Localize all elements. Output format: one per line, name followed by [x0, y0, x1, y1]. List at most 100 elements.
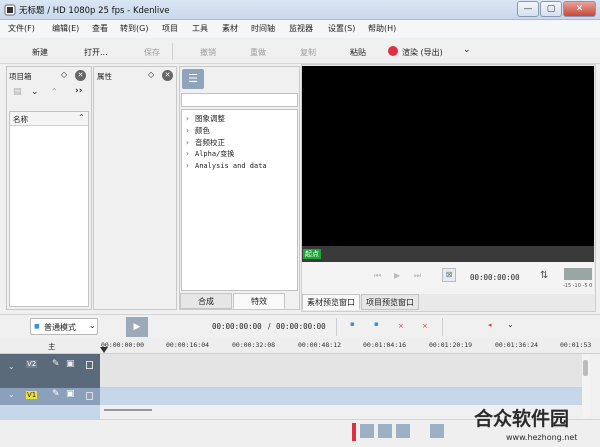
- split-audio-icon[interactable]: [360, 424, 374, 438]
- effects-list-view-icon[interactable]: ☰: [182, 69, 204, 89]
- menu-timeline[interactable]: 时间轴: [251, 23, 275, 34]
- copy-button[interactable]: 复制: [300, 47, 316, 58]
- audio-meter-scale: -15 -10 -5 0: [563, 283, 593, 289]
- timeline-position[interactable]: 00:00:00:00: [212, 322, 262, 331]
- tab-compositions[interactable]: 合成: [180, 293, 232, 309]
- edit-pencil-icon[interactable]: ✎: [52, 359, 60, 369]
- monitor-timecode[interactable]: 00:00:00:00: [470, 273, 520, 282]
- menu-goto[interactable]: 转到(G): [120, 23, 148, 34]
- fit-zoom-icon[interactable]: [396, 424, 410, 438]
- paste-button[interactable]: 粘贴: [350, 47, 366, 58]
- chevron-down-icon[interactable]: ⌄: [507, 320, 514, 329]
- menu-file[interactable]: 文件(F): [8, 23, 35, 34]
- hide-track-icon[interactable]: ▣: [66, 359, 75, 369]
- menu-tools[interactable]: 工具: [192, 23, 208, 34]
- chevron-right-icon: ›: [186, 114, 189, 123]
- edit-mode-select[interactable]: ■ 普通模式 ⌄: [30, 318, 98, 335]
- close-panel-icon[interactable]: ✕: [162, 70, 173, 81]
- overwrite-icon[interactable]: ▪: [374, 320, 379, 328]
- track-header-v1[interactable]: ⌄ V1 ✎ ▣: [0, 388, 100, 405]
- edit-mode-label: 普通模式: [44, 323, 76, 332]
- tab-effects[interactable]: 特效: [233, 293, 285, 309]
- minimize-button[interactable]: —: [517, 1, 539, 17]
- menu-clip[interactable]: 素材: [222, 23, 238, 34]
- properties-title: 属性: [97, 72, 112, 81]
- zoom-icon[interactable]: ⊠: [442, 268, 456, 282]
- track-lane-v2[interactable]: [100, 354, 582, 388]
- effect-category-item[interactable]: › 音频校正: [186, 137, 225, 148]
- close-panel-icon[interactable]: ✕: [75, 70, 86, 81]
- zoom-out-icon[interactable]: [430, 424, 444, 438]
- scrollbar-thumb[interactable]: [583, 360, 588, 376]
- play-icon[interactable]: ▶: [394, 271, 400, 280]
- menu-help[interactable]: 帮助(H): [368, 23, 396, 34]
- menu-monitor[interactable]: 监视器: [289, 23, 313, 34]
- lift-icon[interactable]: ×: [422, 322, 428, 330]
- menu-project[interactable]: 项目: [162, 23, 178, 34]
- tab-clip-monitor[interactable]: 素材预览窗口: [302, 294, 360, 310]
- horizontal-scrollbar[interactable]: [104, 409, 152, 411]
- edit-pencil-icon[interactable]: ✎: [52, 389, 60, 399]
- lock-icon[interactable]: [86, 361, 93, 369]
- menu-edit[interactable]: 编辑(E): [52, 23, 79, 34]
- track-lane-v1[interactable]: [100, 388, 582, 405]
- render-button[interactable]: 渲染 (导出): [402, 47, 443, 58]
- effect-category-label: Analysis and data: [195, 162, 267, 170]
- chevron-down-icon[interactable]: ⌄: [31, 87, 39, 97]
- float-panel-icon[interactable]: ◇: [61, 70, 67, 79]
- monitor-ruler[interactable]: [302, 246, 594, 262]
- effects-search-input[interactable]: [181, 93, 298, 107]
- monitor-video-display[interactable]: [302, 66, 594, 246]
- pointer-tool-icon[interactable]: ▶: [126, 317, 148, 337]
- more-icon[interactable]: ››: [75, 86, 82, 96]
- chevron-down-icon: ⌄: [89, 321, 96, 330]
- float-panel-icon[interactable]: ◇: [148, 70, 154, 79]
- marker-icon[interactable]: ◂: [488, 321, 492, 329]
- window-title: 无标题 / HD 1080p 25 fps - Kdenlive: [19, 6, 170, 16]
- menu-settings[interactable]: 设置(S): [328, 23, 355, 34]
- effect-category-item[interactable]: › Analysis and data: [186, 161, 267, 170]
- track-name-v1[interactable]: V1: [26, 391, 38, 399]
- undo-button[interactable]: 撤销: [200, 47, 216, 58]
- title-bar: 无标题 / HD 1080p 25 fps - Kdenlive — ▢ ✕: [0, 0, 600, 20]
- bin-list[interactable]: 名称 ⌃: [9, 111, 89, 307]
- save-snapshot-icon[interactable]: [378, 424, 392, 438]
- collapse-chevron-icon[interactable]: ⌄: [8, 390, 15, 399]
- track-header-v2[interactable]: ⌄ V2 ✎ ▣: [0, 354, 100, 388]
- close-button[interactable]: ✕: [563, 1, 596, 17]
- lock-icon[interactable]: [86, 392, 93, 400]
- menu-view[interactable]: 查看: [92, 23, 108, 34]
- kdenlive-app-icon: [4, 4, 16, 16]
- skip-back-icon[interactable]: ⏮: [374, 271, 381, 281]
- skip-forward-icon[interactable]: ⏭: [414, 271, 421, 281]
- effects-tree[interactable]: › 图象调整 › 颜色 › 音频校正 › Alpha/变换 › Analysis and …: [181, 109, 298, 291]
- timeline-duration: 00:00:00:00: [276, 322, 326, 331]
- effect-category-item[interactable]: › 图象调整: [186, 113, 225, 124]
- save-button[interactable]: 保存: [144, 47, 160, 58]
- insert-icon[interactable]: ▪: [350, 320, 355, 328]
- track-name-v2[interactable]: V2: [26, 360, 38, 368]
- timeline-ruler[interactable]: 主 00:00:00:00 00:00:16:04 00:00:32:08 00…: [0, 338, 600, 354]
- ruler-tick-label: 00:00:16:04: [166, 341, 210, 349]
- hide-track-icon[interactable]: ▣: [66, 389, 75, 399]
- effect-category-item[interactable]: › 颜色: [186, 125, 210, 136]
- collapse-chevron-icon[interactable]: ⌄: [8, 362, 15, 371]
- add-clip-icon[interactable]: ▤: [13, 87, 22, 97]
- chevron-right-icon: ›: [186, 138, 189, 147]
- mode-indicator-icon: ■: [34, 323, 40, 330]
- render-chevron-down-icon[interactable]: ⌄: [463, 45, 471, 55]
- effect-category-item[interactable]: › Alpha/变换: [186, 149, 234, 159]
- bin-column-header[interactable]: 名称 ⌃: [10, 112, 88, 126]
- ruler-tick-label: 00:01:04:16: [363, 341, 407, 349]
- open-button[interactable]: 打开...: [84, 47, 108, 58]
- toolbar-separator: [336, 318, 337, 336]
- playhead-marker[interactable]: [100, 347, 108, 353]
- maximize-button[interactable]: ▢: [540, 1, 562, 17]
- tab-project-monitor[interactable]: 项目预览窗口: [361, 294, 419, 310]
- redo-button[interactable]: 重做: [250, 47, 266, 58]
- new-button[interactable]: 新建: [32, 47, 48, 58]
- monitor-settings-icon[interactable]: ⇅: [540, 270, 548, 281]
- bin-tool-icon[interactable]: ⌃: [51, 87, 58, 96]
- toolbar-separator: [172, 43, 173, 60]
- extract-icon[interactable]: ×: [398, 322, 404, 330]
